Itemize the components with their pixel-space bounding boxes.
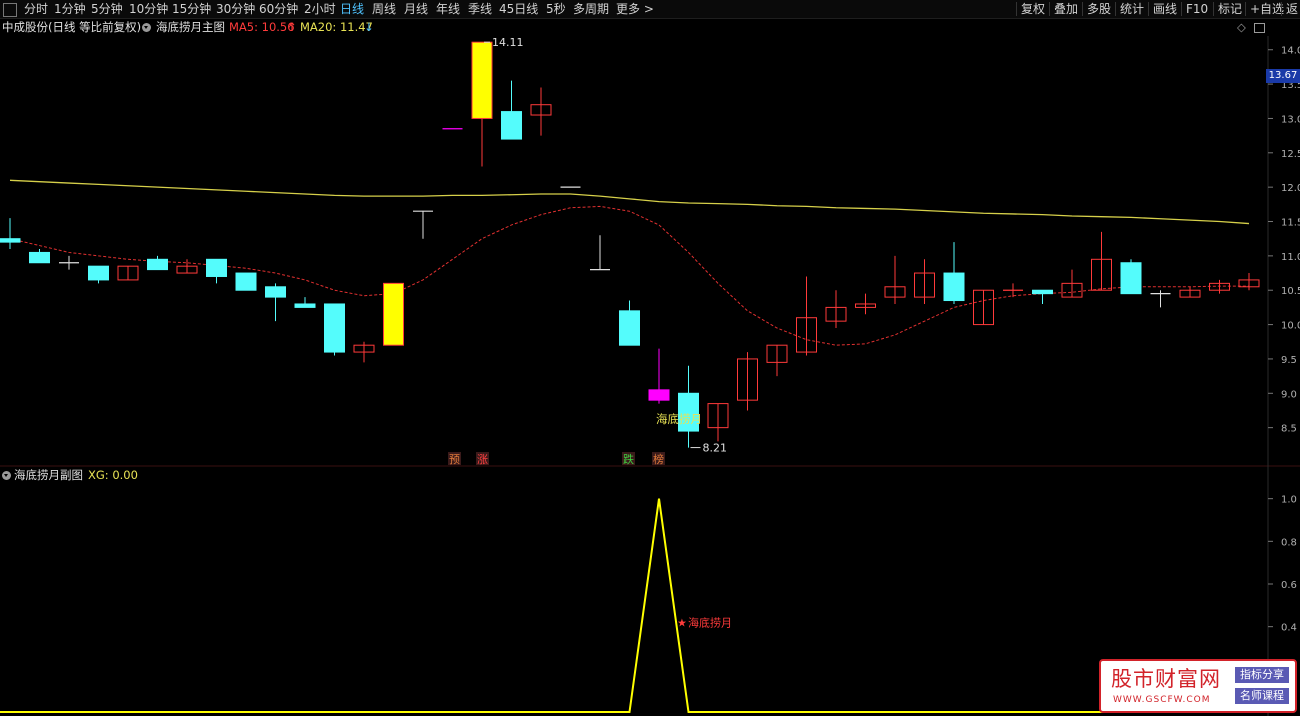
price-axis-label: 9.0 (1281, 389, 1297, 400)
watermark-tag1: 指标分享 (1235, 667, 1289, 683)
price-axis-label: 11.5 (1281, 218, 1300, 229)
candle-body (471, 41, 493, 119)
candle-body (265, 286, 286, 298)
signal-box-label: 跌 (623, 452, 634, 466)
signal-box-label: 榜 (653, 452, 664, 466)
candle-body (501, 111, 522, 140)
candle-body (147, 258, 168, 271)
low-marker-label: 8.21 (703, 442, 728, 455)
sub-signal-label: 海底捞月 (688, 615, 732, 629)
signal-text: 海底捞月 (656, 412, 702, 426)
sub-indicator-name[interactable]: 海底捞月副图 (14, 468, 83, 482)
high-marker-label: 14.11 (492, 36, 524, 49)
sub-axis-label: 0.4 (1281, 623, 1297, 634)
candle-body (235, 272, 257, 291)
watermark-logo: 股市财富网 WWW.GSCFW.COM 指标分享 名师课程 (1099, 659, 1297, 713)
sub-axis-label: 1.0 (1281, 495, 1297, 506)
candle-body (206, 258, 227, 277)
candle-body (0, 238, 21, 243)
candle-body (88, 265, 109, 281)
candle-body (943, 272, 965, 302)
sub-axis-label: 0.6 (1281, 580, 1297, 591)
signal-box-label: 预 (449, 453, 460, 466)
price-axis-label: 10.5 (1281, 286, 1300, 297)
sub-axis-label: 0.8 (1281, 537, 1297, 548)
candle-body (619, 310, 640, 346)
candle-body (1120, 262, 1142, 295)
current-price-tag: 13.67 (1266, 69, 1300, 83)
watermark-site: 股市财富网 (1111, 667, 1221, 691)
watermark-tag2: 名师课程 (1235, 688, 1289, 704)
price-axis-label: 8.5 (1281, 424, 1297, 435)
candle-body (648, 389, 670, 401)
collapse-sub-indicator-icon[interactable] (2, 471, 11, 480)
candle-body (294, 303, 316, 308)
candle-body (383, 282, 404, 346)
candle-body (29, 251, 50, 264)
kline-chart[interactable]: 14.013.513.012.512.011.511.010.510.09.59… (0, 0, 1300, 716)
watermark-url: WWW.GSCFW.COM (1113, 695, 1211, 705)
signal-box-label: 涨 (477, 453, 488, 466)
sub-signal-star: ★ (677, 616, 687, 629)
price-axis-label: 11.0 (1281, 252, 1300, 263)
price-axis-label: 10.0 (1281, 321, 1300, 332)
price-axis-label: 9.5 (1281, 355, 1297, 366)
price-axis-label: 12.0 (1281, 183, 1300, 194)
ma20-line (9, 179, 1250, 225)
price-axis-label: 12.5 (1281, 149, 1300, 160)
xg-line (0, 498, 1268, 713)
price-axis-label: 13.0 (1281, 114, 1300, 125)
candle-body (324, 303, 345, 353)
candle-body (1032, 289, 1053, 295)
price-axis-label: 14.0 (1281, 46, 1300, 57)
xg-label: XG: 0.00 (88, 468, 138, 482)
